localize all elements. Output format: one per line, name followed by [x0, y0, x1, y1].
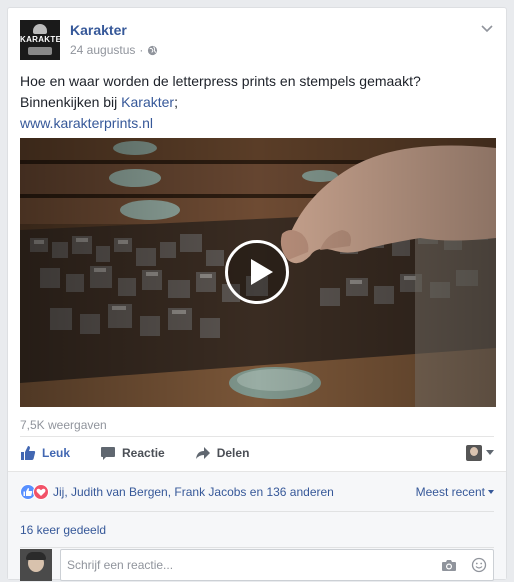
- post-text-suffix: ;: [174, 94, 178, 110]
- comment-label: Reactie: [122, 445, 165, 460]
- chevron-down-icon[interactable]: [480, 22, 494, 36]
- page-name-link[interactable]: Karakter: [70, 22, 127, 38]
- comment-input[interactable]: Schrijf een reactie...: [60, 549, 494, 581]
- post-text-prefix: Binnenkijken bij: [20, 94, 122, 110]
- like-label: Leuk: [42, 445, 71, 460]
- sort-caret-icon: [488, 489, 494, 494]
- post-meta: 24 augustus ·: [70, 43, 158, 57]
- like-button[interactable]: Leuk: [20, 445, 70, 461]
- logo-base-icon: [28, 47, 52, 55]
- page-avatar[interactable]: KARAKTER: [20, 20, 60, 60]
- comment-composer: Schrijf een reactie...: [20, 548, 494, 582]
- share-count-link[interactable]: 16 keer gedeeld: [20, 523, 106, 537]
- page-mention-link[interactable]: Karakter: [121, 94, 174, 110]
- caret-down-icon: [486, 450, 494, 455]
- post-message: Hoe en waar worden de letterpress prints…: [20, 71, 496, 134]
- share-button[interactable]: Delen: [195, 445, 250, 461]
- love-reaction-icon: [33, 483, 49, 500]
- camera-icon[interactable]: [441, 557, 457, 573]
- play-button[interactable]: [225, 240, 289, 304]
- emoji-icon[interactable]: [471, 557, 487, 573]
- post-text-line2: Binnenkijken bij Karakter;: [20, 92, 496, 113]
- post-as-selector[interactable]: [466, 444, 494, 461]
- sort-label: Meest recent: [415, 484, 485, 499]
- share-arrow-icon: [195, 446, 210, 459]
- feedback-section: Jij, Judith van Bergen, Frank Jacobs en …: [8, 471, 506, 582]
- meta-separator: ·: [139, 43, 144, 57]
- action-bar: Leuk Reactie Delen: [20, 436, 494, 468]
- comment-icon: [101, 446, 116, 460]
- post-text-line1: Hoe en waar worden de letterpress prints…: [20, 73, 421, 89]
- user-avatar-small: [466, 444, 482, 461]
- reaction-icons[interactable]: [20, 483, 49, 500]
- reaction-names-link[interactable]: Jij, Judith van Bergen, Frank Jacobs en …: [53, 485, 334, 499]
- comment-button[interactable]: Reactie: [100, 445, 165, 461]
- globe-icon: [148, 45, 158, 55]
- share-count-row: 16 keer gedeeld: [20, 512, 494, 548]
- website-link[interactable]: www.karakterprints.nl: [20, 115, 153, 131]
- post-date[interactable]: 24 augustus: [70, 43, 135, 57]
- thumbs-up-icon: [21, 445, 36, 460]
- video-player[interactable]: [20, 138, 496, 407]
- reactions-row: Jij, Judith van Bergen, Frank Jacobs en …: [20, 472, 494, 512]
- avatar-logo-text: KARAKTER: [20, 35, 60, 44]
- share-label: Delen: [216, 445, 250, 460]
- commenter-avatar: [20, 549, 52, 581]
- comment-placeholder: Schrijf een reactie...: [67, 558, 174, 572]
- view-count: 7,5K weergaven: [20, 418, 107, 432]
- comment-sort-dropdown[interactable]: Meest recent: [416, 485, 494, 499]
- post-card: KARAKTER Karakter 24 augustus · Hoe en w…: [7, 7, 507, 582]
- logo-shape-icon: [33, 24, 47, 34]
- post-header: KARAKTER Karakter 24 augustus ·: [20, 20, 494, 60]
